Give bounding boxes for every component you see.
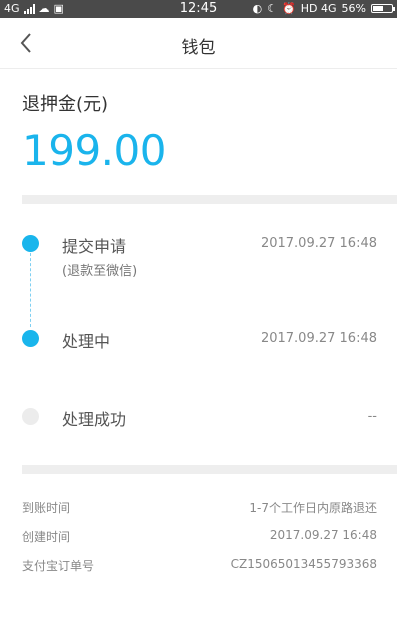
section-divider — [22, 195, 397, 204]
section-divider — [22, 465, 397, 474]
deposit-label: 退押金(元) — [22, 94, 109, 115]
step-sub-submitted: (退款至微信) — [62, 264, 138, 279]
do-not-disturb-icon: ◐ — [252, 1, 263, 15]
step-label-success: 处理成功 — [62, 410, 127, 429]
detail-value-created: 2017.09.27 16:48 — [269, 528, 377, 542]
status-bar: 4G ☁ ▣ 12:45 ◐ ☾ ⏰ HD 4G 56% — [0, 0, 397, 18]
step-time-submitted: 2017.09.27 16:48 — [260, 236, 377, 251]
deposit-amount: 199.00 — [22, 126, 166, 175]
battery-icon — [371, 4, 395, 13]
moon-icon: ☾ — [267, 1, 278, 15]
status-right: ◐ ☾ ⏰ HD 4G 56% — [252, 1, 395, 15]
step-label-submitted: 提交申请 — [62, 237, 127, 256]
timeline-connector — [30, 253, 31, 327]
nav-bar: 钱包 — [0, 18, 397, 69]
step-dot-success — [22, 408, 39, 425]
step-time-processing: 2017.09.27 16:48 — [260, 331, 377, 346]
detail-value-arrival: 1-7个工作日内原路退还 — [249, 501, 377, 515]
detail-label-created: 创建时间 — [22, 530, 71, 544]
page-title: 钱包 — [181, 38, 216, 58]
step-label-processing: 处理中 — [62, 332, 111, 351]
network-right-label: HD 4G — [300, 2, 337, 15]
battery-percent: 56% — [341, 2, 366, 15]
detail-label-order-number: 支付宝订单号 — [22, 559, 95, 573]
step-dot-processing — [22, 330, 39, 347]
step-dot-submitted — [22, 235, 39, 252]
detail-label-arrival: 到账时间 — [22, 501, 71, 515]
alarm-icon: ⏰ — [282, 1, 296, 15]
battery-fill — [373, 6, 383, 11]
detail-value-order-number: CZ15065013455793368 — [230, 557, 377, 571]
step-time-success: -- — [367, 409, 377, 424]
